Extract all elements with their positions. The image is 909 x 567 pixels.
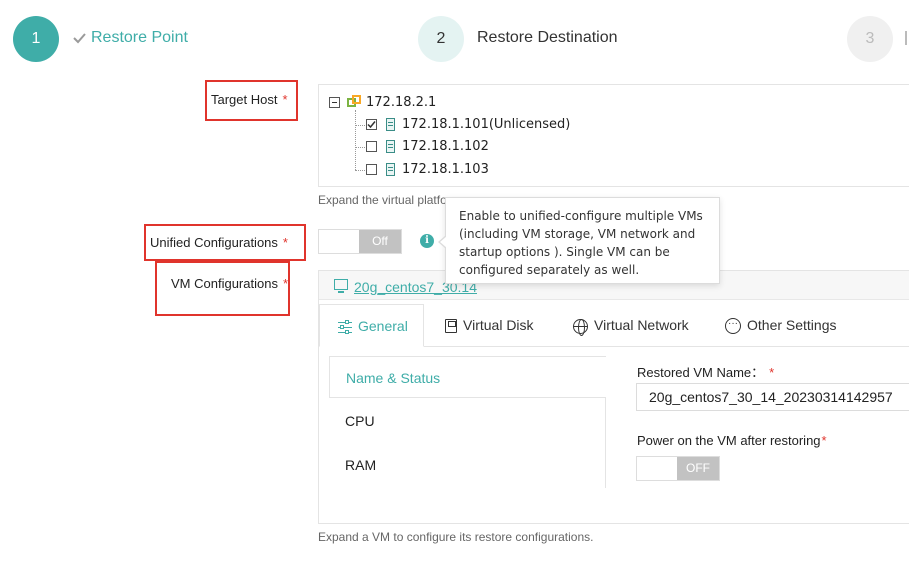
- tab-label: Other Settings: [747, 317, 837, 333]
- tab-virtual-disk[interactable]: Virtual Disk: [445, 304, 534, 347]
- toggle-state-text: OFF: [677, 457, 719, 480]
- tree-host-node[interactable]: 172.18.1.102: [402, 139, 489, 154]
- server-icon: [386, 163, 395, 176]
- info-icon[interactable]: i: [420, 234, 434, 248]
- vm-icon: [334, 279, 348, 293]
- step-2-circle: 2: [418, 16, 464, 62]
- unified-config-toggle[interactable]: Off: [318, 229, 402, 254]
- unified-config-tooltip: Enable to unified-configure multiple VMs…: [445, 197, 720, 284]
- tree-connector: [355, 125, 365, 126]
- tab-general[interactable]: General: [319, 304, 424, 347]
- step-2-label: Restore Destination: [477, 29, 618, 46]
- step-3-circle: 3: [847, 16, 893, 62]
- power-on-label: Power on the VM after restoring*: [637, 433, 827, 448]
- power-on-toggle[interactable]: OFF: [636, 456, 720, 481]
- step-1-label[interactable]: Restore Point: [91, 29, 188, 47]
- toggle-thumb: [637, 457, 679, 480]
- side-nav-name-status[interactable]: Name & Status: [329, 356, 606, 398]
- restored-vm-name-label: Restored VM Name： *: [637, 365, 775, 380]
- host-checkbox[interactable]: [366, 164, 377, 175]
- server-icon: [386, 118, 395, 131]
- toggle-thumb: [319, 230, 361, 253]
- more-icon: ···: [725, 318, 741, 335]
- tree-connector: [355, 147, 365, 148]
- tooltip-arrow: [440, 236, 447, 248]
- side-nav-cpu[interactable]: CPU: [329, 400, 606, 442]
- toggle-state-text: Off: [359, 230, 401, 253]
- tree-root-node[interactable]: 172.18.2.1: [366, 95, 436, 110]
- tree-connector: [355, 110, 356, 170]
- side-nav-ram[interactable]: RAM: [329, 444, 606, 486]
- tab-other-settings[interactable]: ··· Other Settings: [725, 304, 837, 347]
- server-icon: [386, 140, 395, 153]
- checkmark-icon: [367, 121, 376, 129]
- target-host-hint: Expand the virtual platfo: [318, 193, 447, 207]
- vmware-platform-icon: [347, 95, 361, 107]
- unified-config-label: Unified Configurations *: [150, 235, 288, 250]
- tree-host-node[interactable]: 172.18.1.103: [402, 162, 489, 177]
- tree-connector: [355, 170, 365, 171]
- disk-icon: [445, 319, 457, 334]
- vm-config-hint: Expand a VM to configure its restore con…: [318, 530, 594, 544]
- sliders-icon: [338, 320, 352, 335]
- tab-virtual-network[interactable]: Virtual Network: [573, 304, 689, 347]
- tab-label: Virtual Network: [594, 317, 689, 333]
- step-3-label-cut: [905, 31, 907, 45]
- host-checkbox-checked[interactable]: [366, 119, 377, 130]
- restored-vm-name-input[interactable]: 20g_centos7_30_14_20230314142957: [636, 383, 909, 411]
- collapse-toggle-icon[interactable]: [329, 97, 340, 108]
- vm-config-label: VM Configurations *: [171, 276, 289, 291]
- tab-label: General: [358, 318, 408, 334]
- step-1-circle[interactable]: 1: [13, 16, 59, 62]
- check-icon: [73, 33, 86, 44]
- globe-icon: [573, 318, 588, 336]
- host-checkbox[interactable]: [366, 141, 377, 152]
- tree-host-node[interactable]: 172.18.1.101(Unlicensed): [402, 117, 570, 132]
- tab-label: Virtual Disk: [463, 317, 534, 333]
- target-host-label: Target Host *: [211, 92, 288, 107]
